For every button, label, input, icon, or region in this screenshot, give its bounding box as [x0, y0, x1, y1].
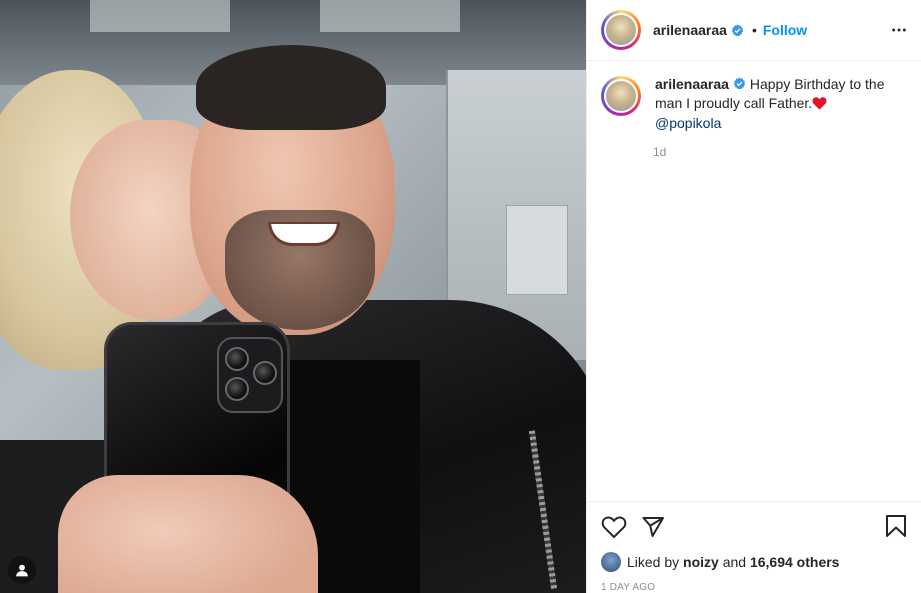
- camera-module: [217, 337, 283, 413]
- avatar: [604, 13, 638, 47]
- post-header: arilenaaraa • Follow: [587, 0, 921, 61]
- camera-lens: [225, 377, 249, 401]
- camera-lens: [225, 347, 249, 371]
- wall-sign: [506, 205, 568, 295]
- red-heart-icon: [812, 96, 827, 115]
- mention-link[interactable]: @popikola: [655, 115, 721, 131]
- instagram-post: arilenaaraa • Follow arilenaaraa Happy B…: [0, 0, 921, 593]
- separator-dot: •: [751, 22, 757, 38]
- send-icon[interactable]: [641, 515, 665, 539]
- heart-outline-icon[interactable]: [601, 515, 627, 539]
- ceiling-light: [320, 0, 460, 32]
- avatar-story-ring[interactable]: [601, 76, 641, 116]
- caption-text: arilenaaraa Happy Birthday to the man I …: [655, 75, 895, 133]
- user-tag-icon[interactable]: [8, 556, 36, 584]
- man-hair: [196, 45, 386, 130]
- camera-lens: [253, 361, 277, 385]
- verified-badge-icon: [733, 77, 746, 90]
- actions-bar: Liked by noizy and 16,694 others 1 day a…: [587, 501, 921, 593]
- liker-avatar[interactable]: [601, 552, 621, 572]
- avatar-story-ring[interactable]: [601, 10, 641, 50]
- verified-badge-icon: [731, 24, 744, 36]
- avatar: [604, 79, 638, 113]
- post-side-panel: arilenaaraa • Follow arilenaaraa Happy B…: [586, 0, 921, 593]
- likes-connector: and: [722, 554, 747, 570]
- likes-count[interactable]: 16,694 others: [750, 554, 840, 570]
- likes-prefix: Liked by: [627, 554, 680, 570]
- bookmark-icon[interactable]: [885, 514, 907, 543]
- follow-button[interactable]: Follow: [763, 22, 807, 38]
- likes-summary: Liked by noizy and 16,694 others: [601, 552, 907, 572]
- caption-username[interactable]: arilenaaraa: [655, 76, 729, 92]
- header-username[interactable]: arilenaaraa: [653, 22, 727, 38]
- caption: arilenaaraa Happy Birthday to the man I …: [601, 75, 907, 133]
- post-timestamp[interactable]: 1 day ago: [601, 582, 907, 593]
- more-horizontal-icon[interactable]: [891, 22, 907, 43]
- liker-username[interactable]: noizy: [683, 554, 719, 570]
- ceiling-light: [90, 0, 230, 32]
- comments-section: arilenaaraa Happy Birthday to the man I …: [587, 61, 921, 501]
- hand: [58, 475, 318, 593]
- post-photo[interactable]: [0, 0, 586, 593]
- action-icons: [601, 512, 907, 542]
- caption-age: 1d: [653, 144, 667, 159]
